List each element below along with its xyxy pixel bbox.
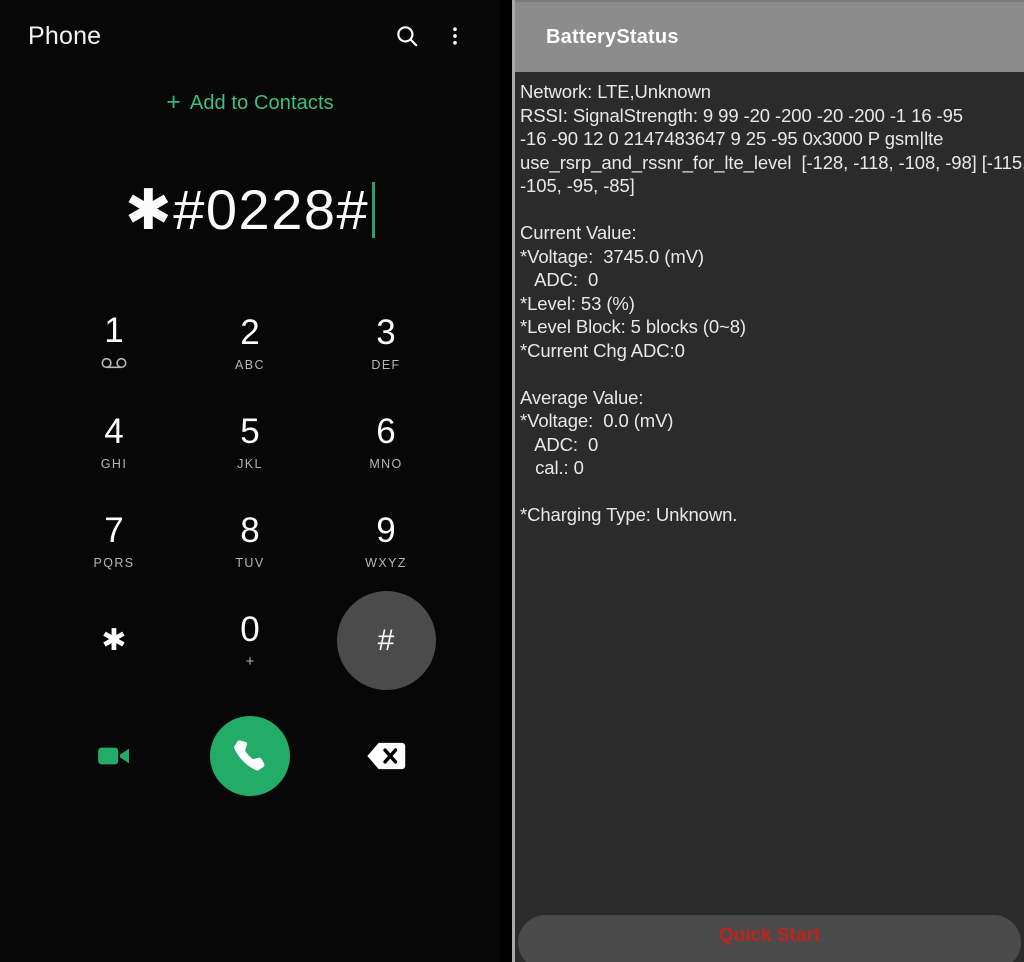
battery-status-report-text: Network: LTE,Unknown RSSI: SignalStrengt… <box>520 81 1024 525</box>
search-icon[interactable] <box>390 19 424 53</box>
dialpad-key-5[interactable]: 5 JKL <box>201 393 300 492</box>
quick-start-button[interactable]: Quick Start <box>518 915 1021 962</box>
dialpad-key-0[interactable]: 0 + <box>201 591 300 690</box>
dialpad-key-sublabel: WXYZ <box>365 556 407 571</box>
add-to-contacts-button[interactable]: + Add to Contacts <box>0 72 500 134</box>
battery-status-body: Network: LTE,Unknown RSSI: SignalStrengt… <box>515 72 1024 962</box>
backspace-icon <box>367 742 406 770</box>
dialpad-key-sublabel: MNO <box>369 457 403 472</box>
dialpad-key-sublabel: PQRS <box>93 556 135 571</box>
battery-status-panel: BatteryStatus Network: LTE,Unknown RSSI:… <box>515 0 1024 962</box>
dialpad-key-3[interactable]: 3 DEF <box>337 294 436 393</box>
dialpad-key-8[interactable]: 8 TUV <box>201 492 300 591</box>
phone-handset-icon <box>234 740 265 771</box>
dialpad-key-7[interactable]: 7 PQRS <box>65 492 164 591</box>
dialpad-key-sublabel: TUV <box>235 556 265 571</box>
video-call-cell <box>46 720 182 792</box>
dialpad-key-star[interactable]: ✱ <box>65 591 164 690</box>
dialpad-key-2[interactable]: 2 ABC <box>201 294 300 393</box>
text-cursor <box>372 182 376 238</box>
video-camera-icon <box>98 747 129 765</box>
panel-gap <box>500 0 512 962</box>
dialpad-key-digit: 2 <box>240 313 260 353</box>
battery-status-title: BatteryStatus <box>546 25 679 48</box>
plus-icon: + <box>166 87 181 116</box>
more-vert-icon[interactable] <box>438 19 472 53</box>
dialpad-key-digit: # <box>377 623 395 657</box>
voicemail-icon <box>101 356 127 374</box>
dialpad-key-1[interactable]: 1 <box>65 294 164 393</box>
page-title: Phone <box>28 21 102 50</box>
backspace-cell <box>318 720 454 792</box>
dialed-number-text: ✱#0228# <box>124 178 370 241</box>
dialpad-key-digit: 4 <box>104 412 124 452</box>
dialpad-key-digit: 6 <box>376 412 396 452</box>
dialpad-key-digit: ✱ <box>101 623 127 657</box>
phone-app-bar: Phone <box>0 0 500 72</box>
dialpad-key-digit: 3 <box>376 313 396 353</box>
phone-app-panel: Phone + Add to Contacts ✱#0228# 1 2 ABC … <box>0 0 500 962</box>
call-cell <box>182 716 318 796</box>
dialpad-key-sublabel: + <box>245 653 255 670</box>
dialpad-action-row <box>0 690 500 822</box>
dialpad-key-digit: 8 <box>240 511 260 551</box>
add-to-contacts-label: Add to Contacts <box>189 91 334 114</box>
quick-start-label: Quick Start <box>718 924 821 946</box>
dialpad-key-digit: 5 <box>240 412 260 452</box>
dialpad-key-sublabel: GHI <box>100 457 128 472</box>
dialpad-key-hash[interactable]: # <box>336 591 436 690</box>
dialpad-key-sublabel: JKL <box>237 457 263 472</box>
dialpad-key-digit: 0 <box>240 610 260 649</box>
dialpad-key-digit: 9 <box>376 511 396 551</box>
video-call-button[interactable] <box>78 720 150 792</box>
battery-status-app-bar: BatteryStatus <box>515 0 1024 72</box>
call-button[interactable] <box>210 716 290 796</box>
backspace-button[interactable] <box>350 720 422 792</box>
dialpad-key-4[interactable]: 4 GHI <box>65 393 164 492</box>
dialpad-key-9[interactable]: 9 WXYZ <box>337 492 436 591</box>
dialpad-key-6[interactable]: 6 MNO <box>337 393 436 492</box>
dialed-number-field[interactable]: ✱#0228# <box>0 134 500 294</box>
dialpad-key-digit: 7 <box>104 511 124 551</box>
dialpad-key-sublabel: ABC <box>235 358 265 373</box>
dialpad-key-sublabel: DEF <box>371 358 401 373</box>
dialpad: 1 2 ABC 3 DEF 4 GHI 5 JKL 6 MNO 7 PQRS 8 TUV 9 WXYZ ✱ 0 + # <box>0 294 500 690</box>
screen-root: Phone + Add to Contacts ✱#0228# 1 2 ABC … <box>0 0 1024 962</box>
dialpad-key-digit: 1 <box>104 311 124 350</box>
